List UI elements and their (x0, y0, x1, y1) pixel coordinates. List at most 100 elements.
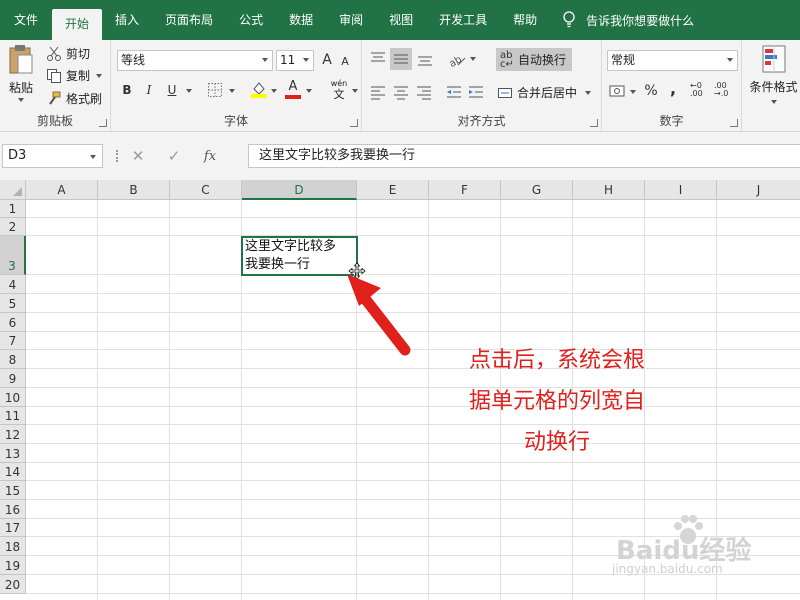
align-center-icon[interactable] (391, 82, 411, 102)
select-all-button[interactable] (0, 180, 26, 200)
conditional-format-button[interactable]: 条件格式 (747, 44, 800, 108)
row-header-10[interactable]: 10 (0, 388, 26, 407)
row-header-18[interactable]: 18 (0, 537, 26, 556)
conditional-format-icon (762, 45, 785, 73)
underline-button[interactable]: U (163, 81, 181, 99)
column-header-b[interactable]: B (98, 180, 170, 200)
underline-dropdown-icon[interactable] (186, 89, 192, 93)
shrink-font-button[interactable]: A (336, 53, 354, 71)
tab-developer[interactable]: 开发工具 (426, 0, 500, 40)
tab-help[interactable]: 帮助 (500, 0, 550, 40)
number-format-select[interactable]: 常规 (607, 50, 738, 71)
row-header-15[interactable]: 15 (0, 481, 26, 500)
copy-button[interactable]: 复制 (46, 67, 103, 84)
accounting-format-icon[interactable] (609, 82, 627, 100)
accounting-dropdown-icon[interactable] (630, 90, 636, 94)
format-painter-button[interactable]: 格式刷 (46, 90, 102, 107)
paste-button[interactable]: 粘贴 (4, 44, 38, 108)
column-header-c[interactable]: C (170, 180, 242, 200)
row-header-1[interactable]: 1 (0, 200, 26, 218)
comma-style-button[interactable]: , (664, 80, 682, 98)
row-header-19[interactable]: 19 (0, 556, 26, 575)
column-header-e[interactable]: E (357, 180, 429, 200)
tab-page-layout[interactable]: 页面布局 (152, 0, 226, 40)
decrease-decimal-button[interactable]: .00 →.0 (714, 82, 734, 98)
align-bottom-icon[interactable] (415, 49, 435, 69)
row-header-20[interactable]: 20 (0, 575, 26, 594)
format-painter-label: 格式刷 (66, 92, 103, 106)
orientation-dropdown-icon[interactable] (470, 57, 476, 61)
font-color-dropdown-icon[interactable] (306, 89, 312, 93)
insert-function-icon[interactable]: fx (192, 149, 228, 164)
font-color-button[interactable]: A (284, 79, 302, 99)
italic-button[interactable]: I (140, 81, 158, 99)
row-header-17[interactable]: 17 (0, 519, 26, 537)
tab-review[interactable]: 审阅 (326, 0, 376, 40)
column-header-i[interactable]: I (645, 180, 717, 200)
phonetic-button[interactable]: wén 文 (326, 78, 352, 100)
align-left-icon[interactable] (368, 82, 388, 102)
increase-indent-icon[interactable] (466, 82, 486, 102)
column-header-h[interactable]: H (573, 180, 645, 200)
tell-me-search[interactable]: 告诉我你想要做什么 (562, 0, 694, 40)
grow-font-button[interactable]: A (318, 51, 336, 69)
row-header-5[interactable]: 5 (0, 294, 26, 313)
align-right-icon[interactable] (414, 82, 434, 102)
align-middle-button[interactable] (390, 48, 412, 70)
enter-icon[interactable]: ✓ (156, 147, 192, 165)
cancel-icon[interactable]: ✕ (120, 147, 156, 165)
fill-color-dropdown-icon[interactable] (271, 89, 277, 93)
merge-dropdown-icon[interactable] (585, 90, 592, 95)
tab-insert[interactable]: 插入 (102, 0, 152, 40)
row-header-16[interactable]: 16 (0, 500, 26, 519)
row-header-4[interactable]: 4 (0, 275, 26, 294)
font-size-select[interactable]: 11 (276, 50, 314, 71)
increase-decimal-button[interactable]: ←0.00 (690, 82, 710, 98)
merge-center-button[interactable]: 合并后居中 (497, 84, 592, 101)
gridline (26, 406, 800, 407)
row-header-9[interactable]: 9 (0, 369, 26, 388)
row-header-13[interactable]: 13 (0, 444, 26, 463)
formula-content: 这里文字比较多我要换一行 (259, 148, 416, 163)
fill-color-icon[interactable] (250, 80, 268, 98)
font-launcher-icon[interactable] (350, 119, 358, 127)
orientation-icon[interactable]: ab (446, 49, 468, 69)
row-header-label: 19 (4, 559, 21, 573)
row-header-12[interactable]: 12 (0, 425, 26, 444)
bold-button[interactable]: B (118, 81, 136, 99)
wrap-text-button[interactable]: ab c↵ 自动换行 (496, 48, 572, 71)
tab-formulas[interactable]: 公式 (226, 0, 276, 40)
tab-view[interactable]: 视图 (376, 0, 426, 40)
cut-button[interactable]: 剪切 (46, 45, 90, 62)
tab-home[interactable]: 开始 (52, 9, 103, 40)
formula-input[interactable]: 这里文字比较多我要换一行 (248, 144, 800, 168)
column-header-d[interactable]: D (242, 180, 357, 200)
name-box[interactable]: D3 (2, 144, 103, 168)
borders-dropdown-icon[interactable] (229, 89, 235, 93)
row-header-label: 1 (8, 202, 17, 216)
decrease-indent-icon[interactable] (444, 82, 464, 102)
excel-window: 文件 开始 插入 页面布局 公式 数据 审阅 视图 开发工具 帮助 告诉我你想要… (0, 0, 800, 600)
alignment-launcher-icon[interactable] (590, 119, 598, 127)
row-header-6[interactable]: 6 (0, 313, 26, 332)
tab-data[interactable]: 数据 (276, 0, 326, 40)
row-header-7[interactable]: 7 (0, 332, 26, 350)
row-header-14[interactable]: 14 (0, 463, 26, 481)
row-header-3[interactable]: 3 (0, 236, 26, 275)
row-header-8[interactable]: 8 (0, 350, 26, 369)
align-top-icon[interactable] (368, 49, 388, 69)
column-header-j[interactable]: J (717, 180, 800, 200)
tab-file[interactable]: 文件 (0, 0, 52, 40)
font-name-select[interactable]: 等线 (117, 50, 273, 71)
clipboard-launcher-icon[interactable] (99, 119, 107, 127)
font-group-label: 字体 (223, 114, 248, 128)
row-header-11[interactable]: 11 (0, 407, 26, 425)
row-header-2[interactable]: 2 (0, 218, 26, 236)
column-header-a[interactable]: A (26, 180, 98, 200)
number-launcher-icon[interactable] (730, 119, 738, 127)
column-header-g[interactable]: G (501, 180, 573, 200)
column-header-f[interactable]: F (429, 180, 501, 200)
percent-button[interactable]: % (642, 82, 660, 100)
borders-icon[interactable] (207, 82, 223, 98)
phonetic-dropdown-icon[interactable] (352, 89, 358, 93)
